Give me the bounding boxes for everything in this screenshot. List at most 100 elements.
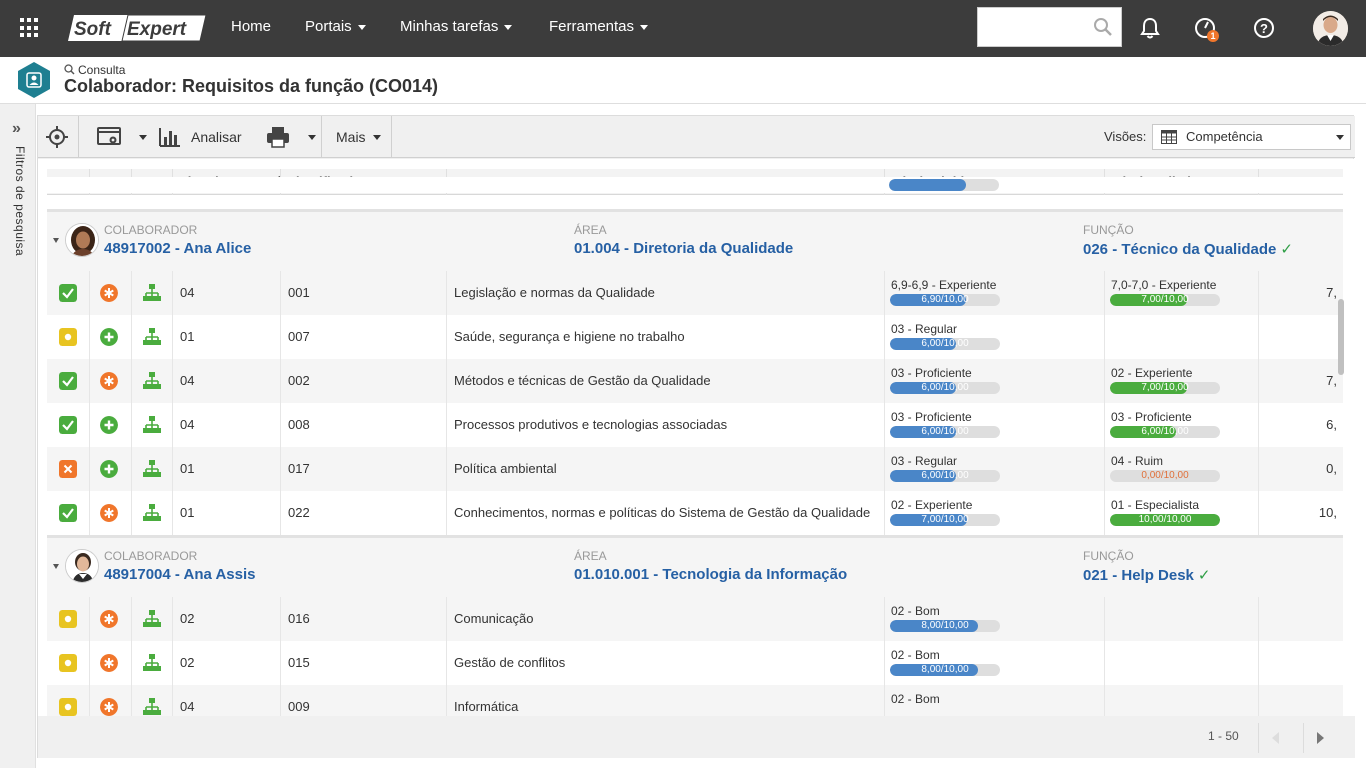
search-filters-panel[interactable]: » Filtros de pesquisa <box>0 104 36 768</box>
search-icon[interactable] <box>1093 17 1113 37</box>
nota-cell <box>1258 597 1343 641</box>
required-plus-icon <box>100 328 118 346</box>
chevron-down-icon[interactable] <box>139 134 147 140</box>
bell-icon[interactable] <box>1138 16 1162 40</box>
colaborador-link[interactable]: 48917002 - Ana Alice <box>104 240 251 257</box>
nivel-avaliado-cell <box>1104 315 1258 359</box>
funcao-text: 026 - Técnico da Qualidade <box>1083 241 1277 258</box>
view-window-icon <box>97 127 121 145</box>
chevron-down-icon <box>372 134 381 140</box>
visoes-select[interactable]: Competência <box>1152 124 1351 150</box>
top-navigation-bar: Soft Expert Home Portais Minhas tarefas … <box>0 0 1366 57</box>
nivel-avaliado-bar: 6,00/10,00 <box>1110 426 1220 438</box>
pagination-range: 1 - 50 <box>1208 729 1239 743</box>
group-header[interactable]: COLABORADOR 48917004 - Ana Assis ÁREA 01.01… <box>47 535 1343 597</box>
apps-grid-icon[interactable] <box>20 18 40 38</box>
table-row[interactable]: 01 022 Conhecimentos, normas e políticas d… <box>47 491 1343 535</box>
locate-button[interactable] <box>46 116 68 158</box>
search-input[interactable] <box>978 8 1088 46</box>
table-row[interactable]: 04 001 Legislação e normas da Qualidade 6,9… <box>47 271 1343 315</box>
table-row[interactable]: 04 009 Informática 02 - Bom <box>47 685 1343 716</box>
group-header[interactable]: COLABORADOR 48917002 - Ana Alice ÁREA 01.00… <box>47 209 1343 271</box>
breadcrumb[interactable]: Consulta <box>64 63 125 77</box>
nav-home[interactable]: Home <box>231 18 271 35</box>
nivel-exigido-bar-label: 6,00/10,00 <box>921 382 969 393</box>
required-asterisk-icon <box>100 610 118 628</box>
nivel-exigido-bar: 6,00/10,00 <box>890 470 1000 482</box>
required-asterisk-icon <box>100 284 118 302</box>
chevron-right-icon <box>1317 732 1324 744</box>
nivel-exigido-bar: 8,00/10,00 <box>890 664 1000 676</box>
required-asterisk-icon <box>100 698 118 716</box>
expand-chevron-icon[interactable]: » <box>12 120 21 138</box>
nivel-avaliado-text: 01 - Especialista <box>1111 498 1200 512</box>
next-page-button[interactable] <box>1303 723 1337 753</box>
previous-page-button[interactable] <box>1258 723 1292 753</box>
table-row[interactable]: 04 002 Métodos e técnicas de Gestão da Qua… <box>47 359 1343 403</box>
results-panel: Analisar Mais Visões: Competência COLABO… <box>37 115 1355 758</box>
nome-cell: Informática <box>446 685 884 716</box>
nivel-avaliado-bar: 0,00/10,00 <box>1110 470 1220 482</box>
vertical-scrollbar[interactable] <box>1338 299 1344 375</box>
nivel-exigido-bar: 6,00/10,00 <box>890 426 1000 438</box>
analisar-button[interactable]: Analisar <box>159 116 242 158</box>
hierarchy-icon <box>143 610 161 627</box>
bar-chart-icon <box>159 128 180 147</box>
nome-cell: Processos produtivos e tecnologias assoc… <box>446 403 884 447</box>
calendar-grid-icon <box>1161 130 1177 144</box>
table-row[interactable]: 02 016 Comunicação 02 - Bom 8,00/10,00 <box>47 597 1343 641</box>
hierarchy-icon <box>143 504 161 521</box>
nivel-avaliado-cell <box>1104 685 1258 716</box>
funcao-label: FUNÇÃO <box>1083 223 1134 237</box>
colaborador-avatar <box>65 549 99 583</box>
nivel-exigido-text: 02 - Experiente <box>891 498 973 512</box>
nivel-exigido-text: 03 - Proficiente <box>891 410 972 424</box>
hierarchy-icon <box>143 328 161 345</box>
funcao-link[interactable]: 021 - Help Desk ✓ <box>1083 566 1210 584</box>
tipo-cell: 01 <box>172 491 280 535</box>
table-row[interactable]: 02 015 Gestão de conflitos 02 - Bom 8,00/10,… <box>47 641 1343 685</box>
area-link[interactable]: 01.010.001 - Tecnologia da Informação <box>574 566 847 583</box>
identificador-cell: 002 <box>280 359 446 403</box>
table-row[interactable]: 01 017 Política ambiental 03 - Regular 6,00/… <box>47 447 1343 491</box>
area-link[interactable]: 01.004 - Diretoria da Qualidade <box>574 240 793 257</box>
nivel-exigido-text: 03 - Regular <box>891 322 958 336</box>
tipo-cell: 01 <box>172 315 280 359</box>
search-icon <box>64 64 75 75</box>
hierarchy-icon <box>143 460 161 477</box>
collapse-toggle-icon[interactable] <box>53 564 59 569</box>
nav-minhas-tarefas[interactable]: Minhas tarefas <box>400 18 513 35</box>
nav-ferramentas[interactable]: Ferramentas <box>549 18 649 35</box>
nivel-exigido-bar: 6,00/10,00 <box>890 382 1000 394</box>
nome-cell: Política ambiental <box>446 447 884 491</box>
view-record-button[interactable] <box>97 116 151 158</box>
help-icon[interactable]: ? <box>1252 16 1276 40</box>
nivel-exigido-text: 03 - Proficiente <box>891 366 972 380</box>
nivel-exigido-cell: 02 - Bom <box>884 685 1104 716</box>
collapse-toggle-icon[interactable] <box>53 238 59 243</box>
table-row[interactable]: 01 007 Saúde, segurança e higiene no traba… <box>47 315 1343 359</box>
nota-cell <box>1258 315 1343 359</box>
softexpert-logo[interactable]: Soft Expert <box>68 13 208 43</box>
nota-cell <box>1258 641 1343 685</box>
chevron-down-icon[interactable] <box>308 134 316 140</box>
table-row[interactable]: 04 008 Processos produtivos e tecnologias … <box>47 403 1343 447</box>
svg-text:?: ? <box>1260 21 1268 36</box>
area-label: ÁREA <box>574 223 607 237</box>
user-avatar[interactable] <box>1313 11 1348 46</box>
print-button[interactable] <box>266 116 318 158</box>
colaborador-avatar <box>65 223 99 257</box>
table-row-partial <box>47 177 1343 193</box>
mais-button[interactable]: Mais <box>336 116 381 158</box>
nivel-exigido-bar-label: 6,00/10,00 <box>921 426 969 437</box>
funcao-link[interactable]: 026 - Técnico da Qualidade ✓ <box>1083 240 1293 258</box>
colaborador-link[interactable]: 48917004 - Ana Assis <box>104 566 256 583</box>
chevron-down-icon <box>1336 135 1344 140</box>
nav-home-label: Home <box>231 18 272 35</box>
hierarchy-icon <box>143 284 161 301</box>
status-fail-icon <box>59 460 77 478</box>
tipo-cell: 02 <box>172 597 280 641</box>
nivel-exigido-text: 03 - Regular <box>891 454 958 468</box>
nav-portais[interactable]: Portais <box>305 18 366 35</box>
colaborador-avatar-picture <box>66 550 98 582</box>
